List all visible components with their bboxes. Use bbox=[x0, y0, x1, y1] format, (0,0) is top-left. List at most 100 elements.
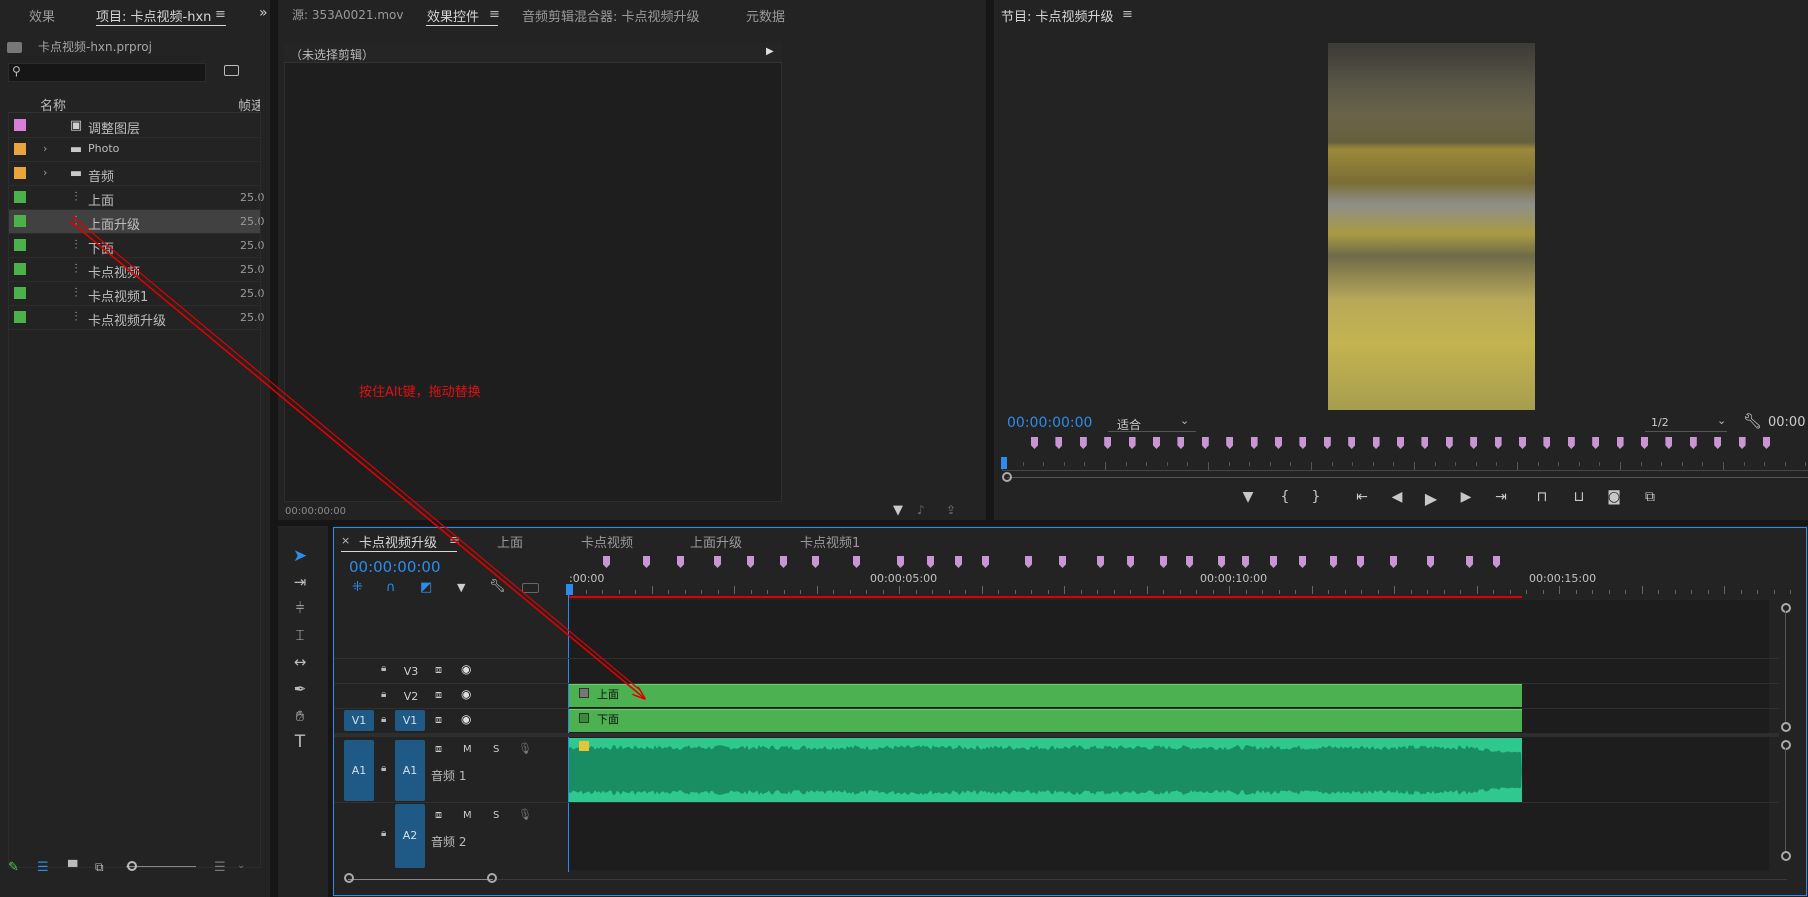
step-forward-icon[interactable]: ▶ bbox=[1454, 489, 1478, 505]
eye-icon[interactable]: ◉ bbox=[461, 712, 471, 726]
track-target-v1[interactable]: V1 bbox=[395, 710, 425, 731]
timeline-h-scrollbar[interactable] bbox=[348, 879, 493, 880]
effect-controls-timecode[interactable]: 00:00:00:00 bbox=[285, 506, 346, 517]
expand-panels-icon[interactable]: » bbox=[259, 5, 268, 21]
sync-icon[interactable]: ⧈ bbox=[435, 713, 442, 727]
snap-icon[interactable]: ∩ bbox=[386, 580, 396, 595]
selection-tool-icon[interactable]: ➤ bbox=[287, 545, 313, 567]
mark-in-icon[interactable]: { bbox=[1273, 489, 1297, 505]
pencil-icon[interactable]: ✎ bbox=[8, 860, 19, 875]
zoom-slider-handle[interactable] bbox=[127, 861, 137, 871]
chevron-down-icon[interactable]: ⌄ bbox=[1717, 414, 1726, 427]
icon-view-icon[interactable]: ▀ bbox=[68, 860, 77, 874]
wrench-icon[interactable]: 🔧︎ bbox=[489, 579, 506, 594]
linked-selection-icon[interactable]: ◩ bbox=[420, 580, 432, 595]
razor-tool-icon[interactable]: ⌶ bbox=[287, 624, 313, 646]
expand-arrow-icon[interactable]: ▶ bbox=[766, 46, 774, 57]
eye-icon[interactable]: ◉ bbox=[461, 662, 471, 676]
vertical-zoom-handle[interactable] bbox=[1781, 603, 1791, 613]
sync-icon[interactable]: ⧈ bbox=[435, 688, 442, 702]
tab-effects[interactable]: 效果 bbox=[29, 6, 55, 25]
vertical-zoom-handle[interactable] bbox=[1781, 851, 1791, 861]
slip-tool-icon[interactable]: ↔ bbox=[287, 651, 313, 673]
timeline-tab-2[interactable]: 上面 bbox=[497, 532, 523, 551]
type-tool-icon[interactable]: T bbox=[287, 731, 313, 753]
microphone-icon[interactable]: 🎙︎ bbox=[518, 808, 532, 821]
filter-icon[interactable]: ▼ bbox=[893, 503, 903, 518]
work-area-bar[interactable] bbox=[569, 596, 1522, 598]
add-marker-icon[interactable]: ▼ bbox=[1236, 489, 1260, 505]
sync-icon[interactable]: ⧈ bbox=[435, 663, 442, 677]
panel-menu-icon[interactable]: ≡ bbox=[449, 533, 460, 548]
column-name[interactable]: 名称 bbox=[40, 95, 66, 114]
solo-button[interactable]: S bbox=[493, 810, 499, 821]
list-view-icon[interactable]: ☰ bbox=[37, 860, 49, 875]
program-ruler[interactable] bbox=[1002, 470, 1808, 471]
timeline-tab-4[interactable]: 上面升级 bbox=[690, 532, 742, 551]
chevron-down-icon[interactable]: ⌄ bbox=[1180, 414, 1189, 427]
clip-v1[interactable] bbox=[569, 709, 1522, 732]
panel-menu-icon[interactable]: ≡ bbox=[489, 7, 500, 22]
pen-tool-icon[interactable]: ✒ bbox=[287, 678, 313, 700]
program-playhead[interactable] bbox=[1001, 457, 1007, 469]
sort-icon[interactable]: ☰ bbox=[214, 860, 226, 875]
tab-audio-clip-mixer[interactable]: 音频剪辑混合器: 卡点视频升级 bbox=[522, 6, 700, 25]
timeline-tab-5[interactable]: 卡点视频1 bbox=[800, 532, 860, 551]
lock-icon[interactable]: 🔒︎ bbox=[381, 663, 386, 674]
lock-icon[interactable]: 🔒︎ bbox=[381, 714, 386, 725]
search-input[interactable] bbox=[8, 63, 206, 82]
mark-out-icon[interactable]: } bbox=[1304, 489, 1328, 505]
track-select-tool-icon[interactable]: ⇥ bbox=[287, 571, 313, 593]
scrollbar-handle[interactable] bbox=[1002, 472, 1012, 482]
camera-icon[interactable]: ◙ bbox=[1602, 489, 1626, 505]
clip-v2[interactable] bbox=[569, 684, 1522, 707]
sort-dropdown-icon[interactable]: ⌄ bbox=[237, 860, 245, 871]
nest-icon[interactable]: ⁜ bbox=[352, 580, 363, 595]
vertical-zoom-handle[interactable] bbox=[1781, 722, 1791, 732]
new-bin-icon[interactable] bbox=[224, 65, 239, 76]
play-audio-icon[interactable]: ♪ bbox=[917, 503, 925, 517]
track-target-a2[interactable]: A2 bbox=[395, 804, 425, 868]
freeform-view-icon[interactable]: ⧉ bbox=[95, 860, 104, 875]
source-patch-a1[interactable]: A1 bbox=[344, 740, 374, 801]
column-framerate[interactable]: 帧速 bbox=[238, 95, 260, 114]
button-editor-icon[interactable]: ⧉ bbox=[1638, 489, 1662, 505]
program-timecode[interactable]: 00:00:00:00 bbox=[1007, 415, 1092, 431]
play-icon[interactable]: ▶ bbox=[1419, 489, 1443, 508]
go-to-in-icon[interactable]: ⇤ bbox=[1350, 489, 1374, 505]
ripple-edit-tool-icon[interactable]: ⫩ bbox=[287, 597, 313, 619]
lock-icon[interactable]: 🔒︎ bbox=[381, 763, 386, 774]
track-target-a1[interactable]: A1 bbox=[395, 740, 425, 801]
vertical-scrollbar-video[interactable] bbox=[1785, 611, 1786, 722]
lift-icon[interactable]: ⊓ bbox=[1530, 489, 1554, 505]
export-icon[interactable]: ⇪ bbox=[946, 503, 956, 517]
hand-tool-icon[interactable]: ✋︎ bbox=[287, 705, 313, 727]
close-tab-icon[interactable]: × bbox=[341, 534, 350, 547]
tab-metadata[interactable]: 元数据 bbox=[746, 6, 785, 25]
scrollbar-handle-left[interactable] bbox=[344, 873, 354, 883]
timeline-tab-3[interactable]: 卡点视频 bbox=[581, 532, 633, 551]
solo-button[interactable]: S bbox=[493, 744, 499, 755]
lock-icon[interactable]: 🔒︎ bbox=[381, 689, 386, 700]
panel-menu-icon[interactable]: ≡ bbox=[215, 7, 226, 22]
sync-icon[interactable]: ⧈ bbox=[435, 808, 442, 822]
program-title[interactable]: 节目: 卡点视频升级 bbox=[1001, 6, 1114, 25]
program-scrollbar[interactable] bbox=[1007, 477, 1808, 478]
timeline-tab-active[interactable]: 卡点视频升级 bbox=[359, 532, 437, 551]
timeline-timecode[interactable]: 00:00:00:00 bbox=[349, 558, 441, 576]
scrollbar-handle-right[interactable] bbox=[487, 873, 497, 883]
tab-effect-controls[interactable]: 效果控件 bbox=[427, 6, 479, 25]
track-name-v3[interactable]: V3 bbox=[398, 665, 424, 678]
sync-icon[interactable]: ⧈ bbox=[435, 742, 442, 756]
mute-button[interactable]: M bbox=[463, 744, 472, 755]
vertical-scrollbar-audio[interactable] bbox=[1785, 748, 1786, 851]
go-to-out-icon[interactable]: ⇥ bbox=[1489, 489, 1513, 505]
tab-source[interactable]: 源: 353A0021.mov bbox=[292, 6, 403, 23]
lock-icon[interactable]: 🔒︎ bbox=[381, 828, 386, 839]
add-marker-icon[interactable]: ▼ bbox=[457, 581, 465, 594]
vertical-zoom-handle[interactable] bbox=[1781, 740, 1791, 750]
resolution-value[interactable]: 1/2 bbox=[1651, 416, 1669, 429]
wrench-icon[interactable]: 🔧︎ bbox=[1743, 412, 1762, 430]
extract-icon[interactable]: ⊔ bbox=[1567, 489, 1591, 505]
fit-dropdown-value[interactable]: 适合 bbox=[1117, 416, 1141, 433]
